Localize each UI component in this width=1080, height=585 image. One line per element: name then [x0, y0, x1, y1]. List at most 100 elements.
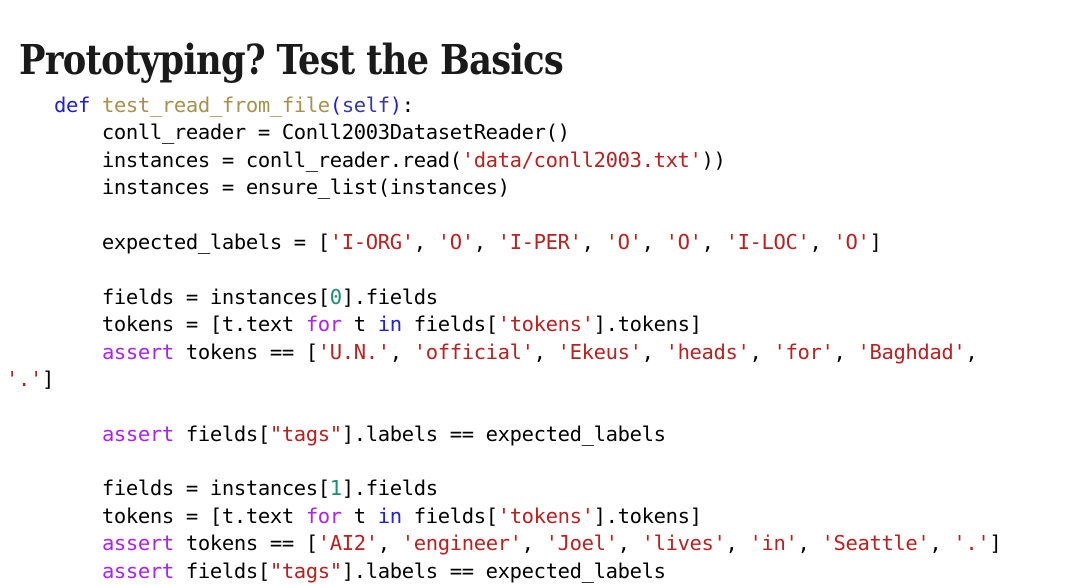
code-token: 'Seattle' — [821, 531, 930, 556]
code-token: ].labels == expected_labels — [341, 558, 666, 583]
code-line: assert tokens == ['AI2', 'engineer', 'Jo… — [6, 530, 1080, 557]
code-token: 'O' — [665, 229, 702, 254]
page-title: Prototyping? Test the Basics — [19, 36, 564, 85]
code-token: , — [965, 339, 990, 364]
code-token: tokens == [ — [173, 339, 318, 364]
code-token: , — [641, 229, 666, 254]
code-token: 'data/conll2003.txt' — [461, 147, 702, 172]
code-token: fields[ — [173, 558, 270, 583]
code-line: assert fields["tags"].labels == expected… — [6, 421, 1080, 448]
code-token: , — [473, 229, 498, 254]
code-token: tokens = [t.text — [6, 503, 306, 528]
code-token: 'in' — [749, 531, 798, 556]
code-token: 'lives' — [641, 531, 726, 556]
code-token: 'O' — [437, 229, 474, 254]
code-line: tokens = [t.text for t in fields['tokens… — [6, 311, 1080, 338]
slide-root: Prototyping? Test the Basics def test_re… — [0, 0, 1080, 583]
code-token: , — [725, 531, 750, 556]
code-token: ].fields — [341, 476, 438, 501]
code-token: fields[ — [401, 503, 498, 528]
code-token: "tags" — [269, 558, 342, 583]
code-token: instances = conll_reader.read( — [6, 147, 462, 172]
code-token: self — [341, 93, 390, 117]
code-token: 0 — [329, 284, 342, 309]
code-token: 'O' — [605, 229, 642, 254]
code-token: )) — [701, 147, 726, 172]
code-token: 'official' — [413, 339, 534, 364]
code-token: ].labels == expected_labels — [341, 421, 666, 446]
code-token: assert — [101, 421, 174, 446]
code-token: 'engineer' — [401, 531, 522, 556]
code-token: tokens == [ — [173, 531, 318, 556]
code-token: conll_reader = Conll2003DatasetReader() — [6, 120, 570, 145]
code-token: 'U.N.' — [317, 339, 390, 364]
code-token: ].fields — [341, 284, 438, 309]
code-line: conll_reader = Conll2003DatasetReader() — [6, 119, 1080, 146]
code-token: , — [389, 339, 414, 364]
code-token: 1 — [329, 476, 342, 501]
code-token: ) — [389, 93, 402, 117]
code-token: instances = ensure_list(instances) — [6, 175, 510, 200]
code-token: ] — [989, 531, 1002, 556]
code-token: fields[ — [401, 312, 498, 337]
code-line: fields = instances[1].fields — [6, 475, 1080, 502]
code-token: 'Ekeus' — [557, 339, 642, 364]
code-token: , — [749, 339, 774, 364]
code-token: 'AI2' — [317, 531, 378, 556]
code-token: 'for' — [773, 339, 834, 364]
code-token: tokens = [t.text — [6, 312, 306, 337]
code-token: t — [341, 503, 378, 528]
code-token: 'Joel' — [545, 531, 618, 556]
code-token: assert — [101, 531, 174, 556]
code-token: 'I-PER' — [497, 229, 582, 254]
code-token: fields = instances[ — [6, 476, 330, 501]
code-token: assert — [101, 558, 174, 583]
code-token: test_read_from_file — [101, 93, 330, 117]
code-line: instances = conll_reader.read('data/conl… — [6, 147, 1080, 174]
code-token: 'heads' — [665, 339, 750, 364]
code-token: , — [413, 229, 438, 254]
code-token: for — [305, 503, 342, 528]
code-token: t — [341, 312, 378, 337]
code-token: 'O' — [833, 229, 870, 254]
code-line: tokens = [t.text for t in fields['tokens… — [6, 503, 1080, 530]
code-token: , — [521, 531, 546, 556]
code-token: fields = instances[ — [6, 284, 330, 309]
code-line: expected_labels = ['I-ORG', 'O', 'I-PER'… — [6, 229, 1080, 256]
code-token: , — [617, 531, 642, 556]
code-line: '.'] — [6, 366, 1080, 393]
code-token: '.' — [953, 531, 990, 556]
code-token: : — [401, 93, 414, 117]
code-token: in — [377, 312, 402, 337]
code-token: , — [377, 531, 402, 556]
code-token: ].tokens] — [593, 503, 702, 528]
code-line: assert tokens == ['U.N.', 'official', 'E… — [6, 339, 1080, 366]
code-snippet: def test_read_from_file(self): conll_rea… — [6, 92, 1080, 585]
code-token: expected_labels = [ — [6, 229, 330, 254]
code-token: , — [701, 229, 726, 254]
code-token: , — [641, 339, 666, 364]
code-token: def — [53, 93, 90, 117]
code-token: , — [581, 229, 606, 254]
code-token: in — [377, 503, 402, 528]
code-token: 'I-ORG' — [329, 229, 414, 254]
code-line: instances = ensure_list(instances) — [6, 174, 1080, 201]
code-token: ( — [329, 93, 342, 117]
code-token: , — [833, 339, 858, 364]
code-token: 'tokens' — [497, 312, 594, 337]
code-line: fields = instances[0].fields — [6, 284, 1080, 311]
code-token: fields[ — [173, 421, 270, 446]
code-token: 'I-LOC' — [725, 229, 810, 254]
code-token: ].tokens] — [593, 312, 702, 337]
code-line: def test_read_from_file(self): — [6, 92, 1080, 119]
